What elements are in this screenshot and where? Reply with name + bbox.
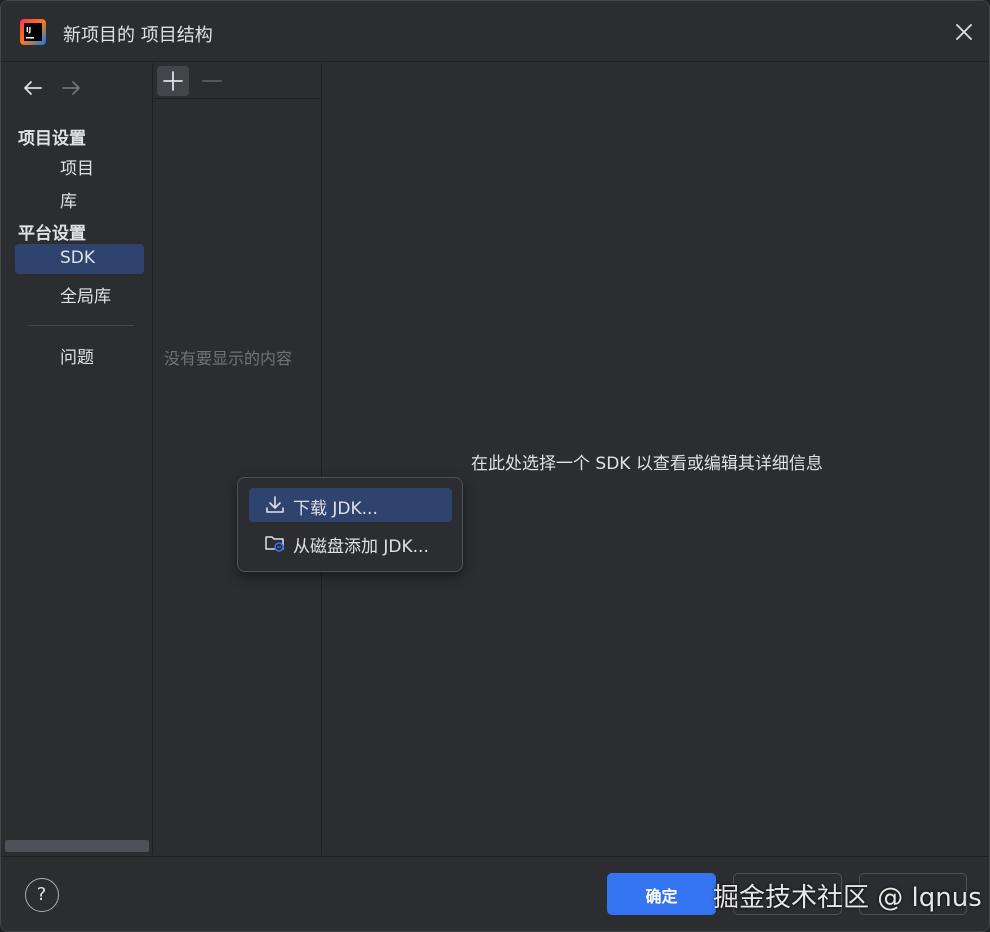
arrow-left-icon[interactable] (21, 77, 45, 99)
nav-item-libraries[interactable]: 库 (15, 183, 144, 213)
intellij-idea-icon: IJ (20, 19, 46, 45)
window-title: 新项目的 项目结构 (63, 25, 213, 46)
minus-icon (202, 80, 222, 82)
dialog-footer: ? 确定 掘金技术社区 @ lqnus (1, 856, 989, 931)
close-icon[interactable] (951, 19, 977, 45)
nav-item-label: 全局库 (60, 287, 111, 307)
menu-item-label: 下载 JDK... (293, 499, 378, 519)
settings-nav: 项目设置 项目 库 平台设置 SDK 全局库 问题 (1, 63, 153, 855)
nav-item-project[interactable]: 项目 (15, 150, 144, 180)
project-settings-title: 项目设置 (18, 129, 86, 149)
details-hint: 在此处选择一个 SDK 以查看或编辑其详细信息 (471, 454, 823, 474)
arrow-right-icon[interactable] (59, 77, 83, 99)
horizontal-scrollbar[interactable] (5, 840, 149, 852)
nav-item-global-libraries[interactable]: 全局库 (15, 278, 144, 308)
nav-item-label: SDK (60, 248, 96, 268)
nav-item-label: 问题 (60, 348, 94, 368)
help-button[interactable]: ? (25, 878, 59, 912)
nav-item-label: 库 (60, 192, 77, 212)
download-icon (266, 496, 284, 513)
ok-label: 确定 (645, 887, 678, 906)
menu-item-label: 从磁盘添加 JDK... (293, 537, 429, 557)
empty-list-text: 没有要显示的内容 (164, 349, 293, 368)
nav-item-problems[interactable]: 问题 (15, 339, 144, 369)
sdk-list-pane: 没有要显示的内容 (154, 63, 322, 855)
sdk-details-pane: 在此处选择一个 SDK 以查看或编辑其详细信息 (323, 63, 989, 855)
plus-icon (163, 71, 183, 91)
nav-item-sdk[interactable]: SDK (15, 244, 144, 274)
list-toolbar (154, 63, 322, 99)
watermark: 掘金技术社区 @ lqnus (713, 883, 982, 913)
platform-settings-title: 平台设置 (18, 224, 86, 244)
help-label: ? (36, 884, 47, 905)
remove-sdk-button[interactable] (198, 66, 226, 96)
folder-icon (265, 536, 284, 552)
ok-button[interactable]: 确定 (607, 873, 716, 915)
menu-item-download-jdk[interactable]: 下载 JDK... (249, 488, 452, 522)
project-structure-dialog: IJ 新项目的 项目结构 项目设置 项目 库 平台设置 SDK 全局库 问题 没… (0, 0, 990, 932)
nav-item-label: 项目 (60, 159, 94, 179)
add-sdk-popup-menu: 下载 JDK... 从磁盘添加 JDK... (237, 477, 463, 572)
add-sdk-button[interactable] (157, 66, 189, 96)
title-bar: IJ 新项目的 项目结构 (1, 1, 989, 62)
nav-divider (28, 325, 134, 326)
app-icon-text: IJ (26, 26, 31, 34)
menu-item-add-jdk-from-disk[interactable]: 从磁盘添加 JDK... (249, 526, 452, 560)
